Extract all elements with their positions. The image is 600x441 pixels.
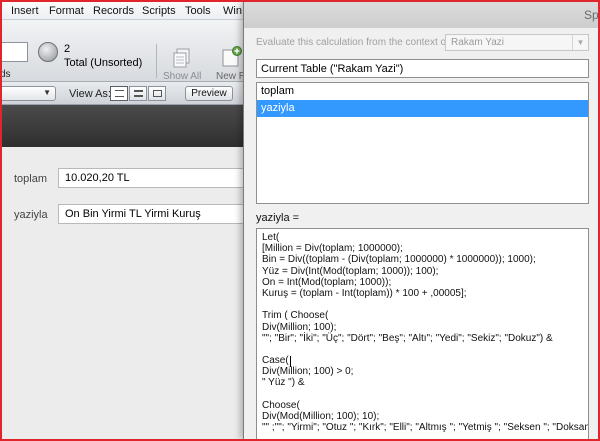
text-caret: [290, 356, 291, 367]
record-number-input[interactable]: [2, 42, 28, 62]
record-count: 2: [64, 43, 71, 55]
code-line: On = Int(Mod(toplam; 1000));: [262, 276, 392, 288]
code-line: Div(Million; 100);: [262, 321, 337, 333]
code-line: " Yüz ") &: [262, 377, 305, 389]
code-line: Trim ( Choose(: [262, 310, 329, 322]
menu-format[interactable]: Format: [49, 5, 84, 17]
code-line: Div(Mod(Million; 100); 10);: [262, 411, 380, 422]
new-record-button[interactable]: New R: [216, 71, 246, 82]
screenshot-frame: Insert Format Records Scripts Tools Win …: [0, 0, 600, 441]
code-line: ""; "Bir"; "İki"; "Üç"; "Dört"; "Beş"; "…: [262, 332, 553, 344]
new-record-icon[interactable]: [220, 46, 242, 68]
code-line: Case(: [262, 355, 289, 367]
specify-calculation-dialog: Sp Evaluate this calculation from the co…: [243, 2, 599, 439]
filemaker-window: Insert Format Records Scripts Tools Win …: [2, 2, 247, 439]
record-body: toplam 10.020,20 TL yaziyla On Bin Yirmi…: [2, 147, 247, 439]
layout-header: [2, 105, 247, 147]
code-line: Choose(: [262, 399, 300, 411]
form-view-icon[interactable]: [110, 86, 128, 101]
show-all-button[interactable]: Show All: [163, 71, 201, 82]
code-line: Yüz = Div(Int(Mod(toplam; 1000)); 100);: [262, 265, 439, 277]
chevron-down-icon: ▼: [572, 35, 588, 50]
table-select[interactable]: Current Table ("Rakam Yazi"): [256, 59, 589, 78]
field-toplam[interactable]: 10.020,20 TL: [58, 168, 247, 188]
code-line: "" ;""; "Yirmi"; "Otuz "; "Kırk"; "Elli"…: [262, 422, 589, 434]
show-all-icon[interactable]: [173, 48, 191, 68]
menu-tools[interactable]: Tools: [185, 5, 211, 17]
menu-window[interactable]: Win: [223, 5, 242, 17]
calculation-label: yaziyla =: [256, 212, 300, 224]
evaluate-context-value: Rakam Yazi: [451, 37, 504, 48]
calculation-editor[interactable]: Let([Million = Div(toplam; 1000000); Bin …: [256, 228, 589, 439]
list-item[interactable]: toplam: [257, 83, 588, 100]
record-pie-icon: [38, 42, 58, 62]
code-line: Div(Million; 100) > 0;: [262, 366, 354, 378]
code-line: Let(: [262, 232, 280, 243]
code-line: [Million = Div(toplam; 1000000);: [262, 243, 403, 255]
field-list[interactable]: toplam yaziyla: [256, 82, 589, 204]
menu-scripts[interactable]: Scripts: [142, 5, 176, 17]
field-label-toplam: toplam: [14, 173, 48, 185]
layout-select[interactable]: ▼: [2, 86, 56, 101]
field-yaziyla[interactable]: On Bin Yirmi TL Yirmi Kuruş: [58, 204, 247, 224]
preview-button[interactable]: Preview: [185, 86, 233, 101]
menu-records[interactable]: Records: [93, 5, 134, 17]
chevron-down-icon: ▼: [43, 88, 51, 97]
menu-bar: Insert Format Records Scripts Tools Win: [2, 2, 247, 20]
toolbar-divider: [156, 44, 157, 78]
records-label: ds: [0, 69, 11, 80]
status-toolbar: ds 2 Total (Unsorted) Show All New R: [2, 20, 247, 82]
table-view-icon[interactable]: [148, 86, 166, 101]
evaluate-context-label: Evaluate this calculation from the conte…: [256, 37, 452, 48]
list-view-icon[interactable]: [129, 86, 147, 101]
dialog-title-bar[interactable]: Sp: [244, 2, 599, 28]
code-line: Bin = Div((toplam - (Div(toplam; 1000000…: [262, 254, 536, 266]
dialog-title: Sp: [584, 8, 599, 22]
record-total-label: Total (Unsorted): [64, 57, 143, 69]
view-as-label: View As:: [69, 88, 111, 100]
field-label-yaziyla: yaziyla: [14, 209, 48, 221]
calculation-code: Let([Million = Div(toplam; 1000000); Bin …: [262, 232, 589, 434]
evaluate-context-select[interactable]: Rakam Yazi ▼: [445, 34, 589, 51]
code-line: Kuruş = (toplam - Int(toplam)) * 100 + ,…: [262, 287, 467, 299]
layout-bar: ▼ View As: Preview: [2, 82, 247, 105]
menu-insert[interactable]: Insert: [11, 5, 39, 17]
list-item-selected[interactable]: yaziyla: [257, 100, 588, 117]
